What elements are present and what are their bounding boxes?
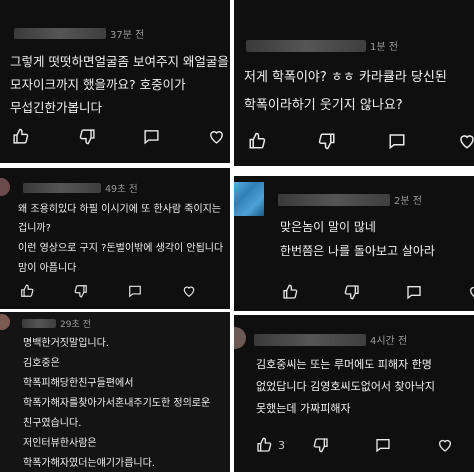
username-redacted bbox=[23, 183, 101, 193]
comment-icon[interactable] bbox=[128, 284, 142, 298]
heart-icon[interactable] bbox=[437, 437, 453, 453]
thumbs-down-icon[interactable] bbox=[313, 437, 329, 453]
comment-text-line: 맞은놈이 말이 많네 bbox=[280, 220, 376, 234]
comment-icon[interactable] bbox=[375, 437, 391, 453]
comment-actions bbox=[20, 284, 196, 298]
avatar bbox=[234, 182, 264, 216]
heart-icon[interactable] bbox=[458, 132, 474, 150]
comment-text-line: 겁니까? bbox=[18, 223, 51, 234]
comment-text-line: 학폭가해자였더는얘기가릅니다. bbox=[23, 458, 155, 469]
comment-text-line: 모자이크까지 했을까요? 호중이가 bbox=[10, 77, 186, 92]
comment-panel-4: 1분 전 저게 학폭이야? ㅎㅎ 카라큘라 당신된 학폭이라하기 웃기지 않나요… bbox=[234, 0, 474, 166]
thumbs-up-icon[interactable] bbox=[248, 132, 266, 150]
comment-meta: 2분 전 bbox=[278, 192, 422, 207]
comment-text-line: 저게 학폭이야? ㅎㅎ 카라큘라 당신된 bbox=[244, 70, 447, 85]
comment-meta: 37분 전 bbox=[14, 26, 144, 41]
comment-text-line: 김호중씨는 또는 루머에도 피해자 한명 bbox=[256, 358, 432, 371]
comment-time: 49초 전 bbox=[105, 184, 138, 195]
comment-text-line: 그렇게 떳떳하면얼굴좀 보여주지 왜얼굴을 bbox=[10, 54, 229, 69]
comment-text-line: 학폭가해자를찾아가서혼내주기도한 정의로운 bbox=[23, 398, 211, 409]
comment-text-line: 왜 조용히있다 하필 이시기에 또 한사람 죽이지는 bbox=[18, 204, 222, 215]
comment-text-line: 학폭이라하기 웃기지 않나요? bbox=[244, 98, 403, 113]
comment-text-line: 저인터뷰한사람은 bbox=[23, 438, 97, 449]
comment-actions bbox=[12, 128, 225, 145]
comment-time: 2분 전 bbox=[394, 196, 422, 207]
thumbs-up-icon[interactable] bbox=[256, 437, 272, 453]
avatar bbox=[0, 178, 10, 196]
comment-panel-3: 29초 전 명백한거짓말입니다. 김호중은 학폭피해당한친구들편에서 학폭가해자… bbox=[0, 312, 230, 472]
comment-text-line: 학폭피해당한친구들편에서 bbox=[23, 378, 134, 389]
comment-text-line: 친구였습니다. bbox=[23, 418, 82, 429]
comment-text-line: 없었답니다 김영호씨도없어서 찾아낙지 bbox=[256, 380, 436, 393]
heart-icon[interactable] bbox=[468, 284, 474, 300]
comment-meta: 29초 전 bbox=[22, 317, 91, 330]
thumbs-down-icon[interactable] bbox=[318, 132, 336, 150]
comment-panel-6: 4시간 전 김호중씨는 또는 루머에도 피해자 한명 없었답니다 김영호씨도없어… bbox=[234, 315, 474, 472]
comment-icon[interactable] bbox=[406, 284, 422, 300]
username-redacted bbox=[22, 319, 56, 328]
comment-icon[interactable] bbox=[143, 128, 160, 145]
thumbs-down-icon[interactable] bbox=[74, 284, 88, 298]
thumbs-down-icon[interactable] bbox=[344, 284, 360, 300]
heart-icon[interactable] bbox=[182, 284, 196, 298]
comment-actions bbox=[248, 132, 474, 150]
comment-panel-1: 37분 전 그렇게 떳떳하면얼굴좀 보여주지 왜얼굴을 모자이크까지 했을까요?… bbox=[0, 0, 230, 163]
comment-time: 29초 전 bbox=[60, 320, 91, 330]
avatar bbox=[0, 314, 10, 330]
comment-text-line: 김호중은 bbox=[23, 358, 60, 369]
heart-icon[interactable] bbox=[208, 128, 225, 145]
thumbs-down-icon[interactable] bbox=[79, 128, 96, 145]
thumbs-up-icon[interactable] bbox=[12, 128, 29, 145]
avatar bbox=[234, 327, 246, 349]
thumbs-up-icon[interactable] bbox=[282, 284, 298, 300]
comment-meta: 1분 전 bbox=[246, 38, 398, 53]
comment-icon[interactable] bbox=[388, 132, 406, 150]
comment-actions bbox=[282, 284, 474, 300]
comment-text-line: 명백한거짓말입니다. bbox=[23, 338, 109, 349]
thumbs-up-icon[interactable] bbox=[20, 284, 34, 298]
comment-time: 37분 전 bbox=[110, 30, 145, 41]
comment-actions: 3 bbox=[256, 437, 453, 453]
username-redacted bbox=[246, 39, 366, 52]
comment-text-line: 이런 영상으로 구지 ?돈벌이밖에 생각이 안됩니다 bbox=[18, 243, 224, 254]
like-count: 3 bbox=[278, 438, 285, 452]
comment-text-line: 맘이 아픕니다 bbox=[18, 263, 77, 274]
comment-text-line: 한번쯤은 나를 돌아보고 살아라 bbox=[280, 244, 435, 258]
comment-time: 4시간 전 bbox=[370, 336, 408, 347]
comment-text-line: 무섭긴한가봅니다 bbox=[10, 100, 103, 115]
username-redacted bbox=[278, 193, 390, 206]
comment-meta: 4시간 전 bbox=[254, 332, 407, 347]
comment-panel-5: 2분 전 맞은놈이 말이 많네 한번쯤은 나를 돌아보고 살아라 bbox=[234, 176, 474, 311]
username-redacted bbox=[254, 333, 366, 346]
comment-panel-2: 49초 전 왜 조용히있다 하필 이시기에 또 한사람 죽이지는 겁니까? 이런… bbox=[0, 168, 230, 309]
comment-meta: 49초 전 bbox=[23, 181, 138, 195]
comment-text-line: 못했는데 가짜피해자 bbox=[256, 402, 351, 415]
username-redacted bbox=[14, 28, 106, 39]
comment-time: 1분 전 bbox=[370, 42, 398, 53]
